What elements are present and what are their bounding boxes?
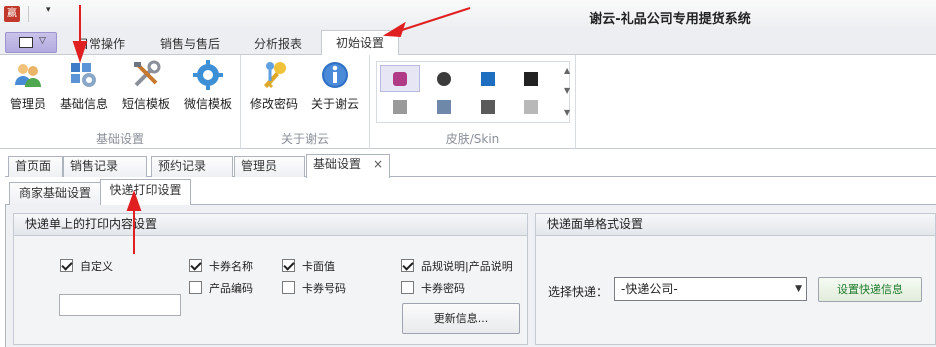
tab-sales-aftersales[interactable]: 销售与售后 (150, 34, 230, 55)
checkbox-label: 卡券号码 (302, 282, 346, 295)
admin-button[interactable]: 管理员 (4, 59, 52, 115)
skin-swatch[interactable] (524, 72, 538, 86)
about-button[interactable]: 关于谢云 (307, 59, 363, 115)
app-logo-icon: 赢 (4, 6, 20, 22)
doc-tab-reservations[interactable]: 预约记录 (151, 156, 233, 177)
skin-swatch[interactable] (524, 100, 538, 114)
quick-access-separator (28, 6, 29, 22)
keys-icon (264, 62, 286, 88)
chevron-down-icon: ▽ (39, 36, 46, 46)
users-icon (15, 64, 41, 87)
tab-reports[interactable]: 分析报表 (242, 34, 314, 55)
checkbox-label: 品规说明|产品说明 (421, 260, 513, 273)
checkbox[interactable] (401, 281, 414, 294)
content-area: 快递单上的打印内容设置 自定义 卡券名称 卡面值 品规说明|产品说明 产品编码 … (5, 205, 936, 347)
skin-swatch[interactable] (393, 100, 407, 114)
checkbox-label: 产品编码 (209, 282, 253, 295)
checkbox[interactable] (282, 281, 295, 294)
tools-icon (134, 60, 161, 87)
doc-tab-home[interactable]: 首页面 (8, 156, 63, 177)
scroll-down-icon[interactable]: ▼ (564, 86, 570, 95)
skin-swatch[interactable] (393, 72, 407, 86)
ribbon-tab-bar: ▽ 日常操作 销售与售后 分析报表 初始设置 (0, 30, 936, 56)
app-menu-icon (19, 37, 33, 48)
checkbox[interactable] (60, 259, 73, 272)
chevron-down-icon: ▼ (795, 284, 802, 294)
checkbox-label: 卡券密码 (421, 282, 465, 295)
doc-tab-label: 基础设置 (313, 157, 362, 171)
sms-template-button[interactable]: 短信模板 (118, 59, 174, 115)
checkbox-label: 卡券名称 (209, 260, 253, 273)
tab-daily-operations[interactable]: 日常操作 (62, 34, 140, 55)
select-courier-label: 选择快递： (548, 285, 609, 299)
print-content-panel: 快递单上的打印内容设置 自定义 卡券名称 卡面值 品规说明|产品说明 产品编码 … (13, 213, 528, 345)
checkbox-label: 自定义 (80, 260, 113, 273)
ribbon-group-label: 皮肤/Skin (445, 132, 500, 146)
change-password-button-label: 修改密码 (249, 97, 298, 111)
info-icon (322, 62, 348, 88)
ribbon-group-about: 修改密码 关于谢云 关于谢云 (241, 55, 370, 149)
update-info-button[interactable]: 更新信息... (402, 303, 520, 334)
skin-swatch[interactable] (481, 72, 495, 86)
doc-tab-sales-records[interactable]: 销售记录 (63, 156, 147, 177)
quick-access-customize-button[interactable]: ▾ (46, 5, 51, 15)
document-tab-bar: 首页面 销售记录 预约记录 管理员 基础设置 × (0, 149, 936, 178)
panel-title: 快递单上的打印内容设置 (14, 214, 527, 236)
basic-info-button-label: 基础信息 (59, 97, 108, 111)
close-icon[interactable]: × (373, 155, 383, 174)
sub-tab-bar: 商家基础设置 快递打印设置 (5, 177, 936, 206)
ribbon-group-basic: 管理员 基础信息 短信模板 微信模板 基础设置 (0, 55, 241, 149)
courier-select[interactable]: -快递公司- ▼ (614, 277, 807, 301)
set-courier-info-button[interactable]: 设置快递信息 (818, 277, 922, 302)
checkbox[interactable] (189, 281, 202, 294)
gear-icon (193, 60, 223, 90)
sms-template-button-label: 短信模板 (121, 97, 170, 111)
skin-swatch[interactable] (437, 72, 451, 86)
wechat-template-button-label: 微信模板 (183, 97, 232, 111)
doc-tab-admin[interactable]: 管理员 (234, 156, 305, 177)
about-button-label: 关于谢云 (310, 97, 359, 111)
app-menu-button[interactable]: ▽ (5, 32, 57, 53)
custom-text-input[interactable] (59, 294, 181, 316)
sub-tab-print-settings[interactable]: 快递打印设置 (100, 179, 191, 206)
doc-tab-basic-settings[interactable]: 基础设置 × (306, 154, 390, 178)
wechat-template-button[interactable]: 微信模板 (180, 59, 236, 115)
checkbox[interactable] (282, 259, 295, 272)
checkbox[interactable] (189, 259, 202, 272)
skin-swatch[interactable] (481, 100, 495, 114)
scroll-up-icon[interactable]: ▲ (564, 66, 570, 75)
ribbon-group-label: 基础设置 (95, 132, 144, 146)
tab-initial-settings[interactable]: 初始设置 (321, 30, 399, 56)
basic-info-button[interactable]: 基础信息 (56, 59, 112, 115)
ribbon-group-skin: ▲ ▼ ▼ 皮肤/Skin (370, 55, 576, 149)
gallery-scrollbar[interactable]: ▲ ▼ ▼ (564, 62, 572, 124)
sub-tab-merchant-settings[interactable]: 商家基础设置 (9, 182, 101, 205)
skin-gallery[interactable]: ▲ ▼ ▼ (376, 61, 570, 123)
ribbon-group-label: 关于谢云 (280, 132, 329, 146)
ribbon-panel: 管理员 基础信息 短信模板 微信模板 基础设置 修改密码 关于谢云 关于谢云 ▲… (0, 55, 936, 149)
courier-select-value: -快递公司- (621, 282, 678, 296)
format-panel: 快递面单格式设置 选择快递： -快递公司- ▼ 设置快递信息 (535, 213, 936, 345)
settings-grid-icon (71, 63, 96, 87)
panel-title: 快递面单格式设置 (536, 214, 935, 236)
skin-swatch[interactable] (437, 100, 451, 114)
expand-icon[interactable]: ▼ (564, 108, 570, 117)
checkbox-label: 卡面值 (302, 260, 335, 273)
title-bar: 赢 ▾ 谢云-礼品公司专用提货系统 (0, 0, 936, 30)
admin-button-label: 管理员 (9, 97, 46, 111)
change-password-button[interactable]: 修改密码 (247, 59, 301, 115)
checkbox[interactable] (401, 259, 414, 272)
window-title: 谢云-礼品公司专用提货系统 (589, 12, 751, 27)
